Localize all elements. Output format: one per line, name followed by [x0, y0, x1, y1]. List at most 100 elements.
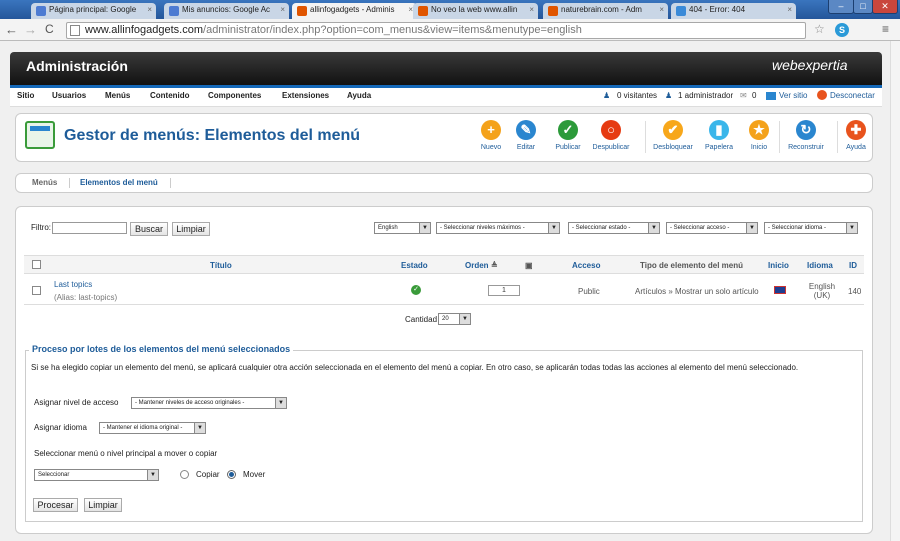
- url-bar[interactable]: www.allinfogadgets.com/administrator/ind…: [66, 22, 806, 39]
- reload-icon[interactable]: C: [45, 22, 54, 36]
- admins-count: 1 administrador: [678, 91, 734, 100]
- tab-close-icon[interactable]: ×: [529, 5, 534, 14]
- submenu-menus[interactable]: Menús: [32, 178, 57, 187]
- filter-label: Filtro:: [31, 223, 51, 232]
- search-button[interactable]: Buscar: [130, 222, 168, 236]
- batch-access-select[interactable]: - Mantener niveles de acceso originales …: [131, 397, 287, 409]
- tab-label: Mis anuncios: Google Ac: [182, 5, 271, 14]
- logout-icon: [817, 90, 827, 100]
- batch-legend: Proceso por lotes de los elementos del m…: [29, 344, 294, 354]
- toolbar-button-papelera[interactable]: ▮ Papelera: [697, 120, 741, 151]
- row-language: English (UK): [808, 282, 836, 300]
- col-language[interactable]: Idioma: [807, 261, 833, 270]
- toolbar-button-reconstruir[interactable]: ↻ Reconstruir: [784, 120, 828, 151]
- visitors-count: 0 visitantes: [617, 91, 658, 100]
- col-state[interactable]: Estado: [401, 261, 428, 270]
- menu-item-usuarios[interactable]: Usuarios: [52, 91, 86, 100]
- browser-tab[interactable]: naturebrain.com - Adm ×: [543, 3, 668, 19]
- copy-radio[interactable]: [180, 470, 189, 479]
- browser-tab[interactable]: Mis anuncios: Google Ac ×: [164, 3, 289, 19]
- toolbar-button-publicar[interactable]: ✓ Publicar: [546, 120, 590, 151]
- menu-item-contenido[interactable]: Contenido: [150, 91, 190, 100]
- toolbar-button-desbloquear[interactable]: ✔ Desbloquear: [651, 120, 695, 151]
- access-level-label: Asignar nivel de acceso: [34, 398, 119, 407]
- minimize-button[interactable]: –: [828, 0, 854, 14]
- toolbar-button-ayuda[interactable]: ✚ Ayuda: [834, 120, 878, 151]
- logout-link[interactable]: Desconectar: [830, 91, 875, 100]
- visitors-icon: ♟: [603, 91, 611, 100]
- tab-close-icon[interactable]: ×: [280, 5, 285, 14]
- col-title[interactable]: Título: [210, 261, 232, 270]
- tab-label: naturebrain.com - Adm: [561, 5, 642, 14]
- batch-fieldset: [25, 350, 863, 522]
- access-select[interactable]: - Seleccionar acceso - ▼: [666, 222, 758, 234]
- menu-item-ayuda[interactable]: Ayuda: [347, 91, 371, 100]
- forward-icon[interactable]: →: [24, 22, 37, 37]
- browser-tab[interactable]: No veo la web www.allin ×: [413, 3, 538, 19]
- language-select[interactable]: - Seleccionar idioma - ▼: [764, 222, 858, 234]
- tab-label: No veo la web www.allin: [431, 5, 518, 14]
- uk-flag-icon: [774, 286, 786, 294]
- menu-item-sitio[interactable]: Sitio: [17, 91, 34, 100]
- row-title-link[interactable]: Last topics: [54, 280, 92, 289]
- back-icon[interactable]: ←: [5, 22, 18, 37]
- tab-close-icon[interactable]: ×: [659, 5, 664, 14]
- maximize-button[interactable]: □: [853, 0, 873, 14]
- batch-target-select[interactable]: Seleccionar ▼: [34, 469, 159, 481]
- toolbar-divider: [645, 121, 646, 153]
- col-order[interactable]: Orden: [465, 261, 489, 270]
- filter-input[interactable]: [52, 222, 127, 234]
- submenu-divider: [170, 178, 171, 188]
- toolbar-button-despublicar[interactable]: ○ Despublicar: [589, 120, 633, 151]
- move-label: Mover: [243, 470, 266, 479]
- menu-manager-icon: [25, 121, 55, 149]
- row-id: 140: [848, 287, 862, 296]
- limit-label: Cantidad: [405, 315, 438, 324]
- close-window-button[interactable]: ✕: [872, 0, 898, 14]
- row-checkbox[interactable]: [32, 286, 41, 295]
- menu-item-menús[interactable]: Menús: [105, 91, 130, 100]
- save-order-icon[interactable]: ▣: [525, 261, 533, 270]
- batch-language-select[interactable]: - Mantener el idioma original - ▼: [99, 422, 206, 434]
- tab-close-icon[interactable]: ×: [147, 5, 152, 14]
- menu-icon[interactable]: ≡: [882, 22, 889, 36]
- plus-icon: +: [481, 120, 501, 140]
- order-input[interactable]: 1: [488, 285, 520, 296]
- view-site-link[interactable]: Ver sitio: [779, 91, 807, 100]
- admin-title: Administración: [26, 58, 128, 74]
- published-icon[interactable]: ✓: [411, 285, 421, 295]
- browser-tab[interactable]: allinfogadgets - Adminis ×: [292, 3, 417, 19]
- toolbar-button-label: Papelera: [704, 144, 734, 151]
- tab-favicon-icon: [169, 6, 179, 16]
- menu-item-componentes[interactable]: Componentes: [208, 91, 261, 100]
- max-levels-select[interactable]: - Seleccionar niveles máximos - ▼: [436, 222, 560, 234]
- scrollbar[interactable]: [890, 41, 900, 541]
- limit-select[interactable]: 20 ▼: [438, 313, 471, 325]
- extension-icon[interactable]: S: [835, 23, 849, 37]
- clear-filter-button[interactable]: Limpiar: [172, 222, 210, 236]
- browser-tab[interactable]: 404 - Error: 404 ×: [671, 3, 796, 19]
- toolbar-button-label: Editar: [516, 144, 536, 151]
- bookmark-star-icon[interactable]: ☆: [814, 22, 825, 36]
- col-home[interactable]: Inicio: [768, 261, 789, 270]
- toolbar-button-editar[interactable]: ✎ Editar: [504, 120, 548, 151]
- menu-select[interactable]: English ▼: [374, 222, 431, 234]
- toolbar-button-inicio[interactable]: ★ Inicio: [737, 120, 781, 151]
- menu-item-extensiones[interactable]: Extensiones: [282, 91, 329, 100]
- tab-favicon-icon: [676, 6, 686, 16]
- submenu-items[interactable]: Elementos del menú: [80, 178, 158, 187]
- toolbar-button-label: Inicio: [750, 144, 768, 151]
- move-radio[interactable]: [227, 470, 236, 479]
- col-type[interactable]: Tipo de elemento del menú: [640, 261, 743, 270]
- batch-clear-button[interactable]: Limpiar: [84, 498, 122, 512]
- state-select[interactable]: - Seleccionar estado - ▼: [568, 222, 660, 234]
- tab-close-icon[interactable]: ×: [787, 5, 792, 14]
- browser-tab[interactable]: Página principal: Google ×: [31, 3, 156, 19]
- process-button[interactable]: Procesar: [33, 498, 78, 512]
- view-site-icon: [766, 92, 776, 100]
- toolbar-button-label: Reconstruir: [788, 144, 824, 151]
- select-all-checkbox[interactable]: [32, 260, 41, 269]
- toolbar-button-label: Ayuda: [846, 144, 866, 151]
- col-access[interactable]: Acceso: [572, 261, 600, 270]
- col-id[interactable]: ID: [849, 261, 857, 270]
